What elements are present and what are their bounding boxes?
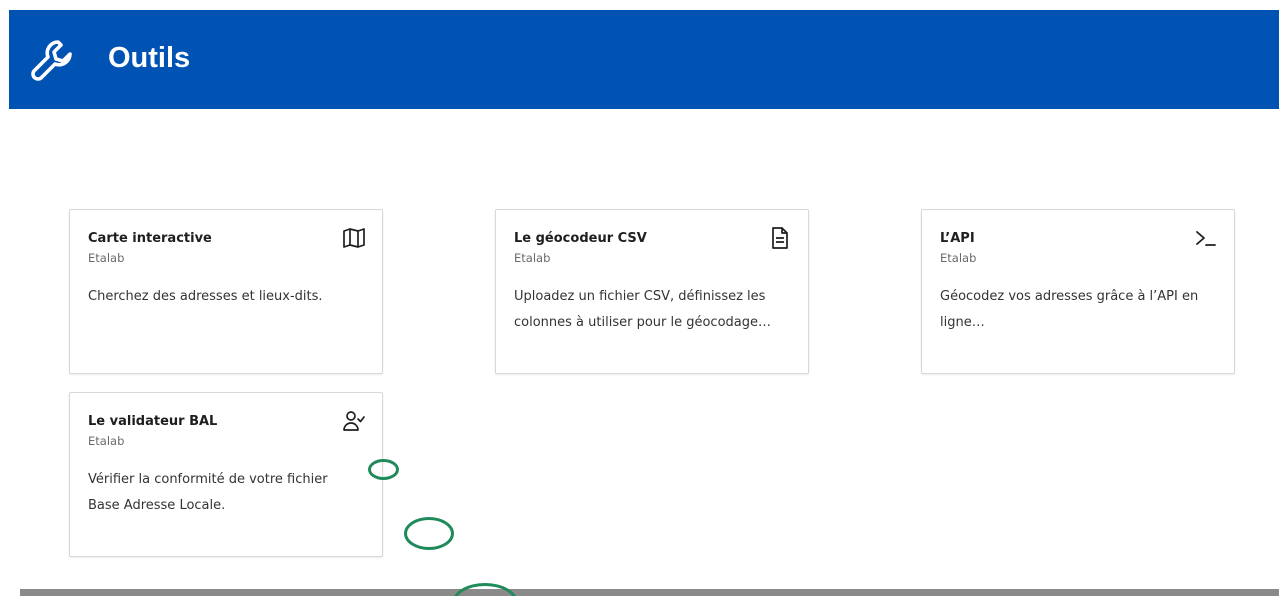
terminal-icon <box>1196 231 1216 246</box>
annotation-circle-marker <box>452 583 518 596</box>
annotation-circle-marker <box>404 517 454 550</box>
card-title: Le géocodeur CSV <box>514 231 647 246</box>
page-title: Outils <box>108 42 191 74</box>
annotation-circle-marker <box>368 459 399 480</box>
card-title: Le validateur BAL <box>88 414 218 429</box>
card-author: Etalab <box>514 251 551 265</box>
card-description: Cherchez des adresses et lieux-dits. <box>88 289 323 304</box>
top-strip <box>0 0 1279 10</box>
page: Outils Carte interactive Etalab Cherchez… <box>0 0 1279 596</box>
page-header: Outils <box>9 10 1279 109</box>
card-description: Géocodez vos adresses grâce à l’API en l… <box>940 289 1199 330</box>
footer-bar <box>20 589 1279 596</box>
card-author: Etalab <box>88 251 125 265</box>
card-author: Etalab <box>940 251 977 265</box>
map-icon <box>343 228 365 248</box>
user-check-icon <box>343 411 365 431</box>
card-title: L’API <box>940 231 975 246</box>
tool-card-geocodeur-csv[interactable]: Le géocodeur CSV Etalab Uploadez un fich… <box>495 209 809 374</box>
card-title: Carte interactive <box>88 231 212 246</box>
tool-card-api[interactable]: L’API Etalab Géocodez vos adresses grâce… <box>921 209 1235 374</box>
tool-card-carte-interactive[interactable]: Carte interactive Etalab Cherchez des ad… <box>69 209 383 374</box>
card-description: Vérifier la conformité de votre fichier … <box>88 472 328 513</box>
card-description: Uploadez un fichier CSV, définissez les … <box>514 289 772 330</box>
wrench-icon <box>31 40 72 81</box>
tool-card-validateur-bal[interactable]: Le validateur BAL Etalab Vérifier la con… <box>69 392 383 557</box>
document-icon <box>772 227 788 249</box>
card-author: Etalab <box>88 434 125 448</box>
